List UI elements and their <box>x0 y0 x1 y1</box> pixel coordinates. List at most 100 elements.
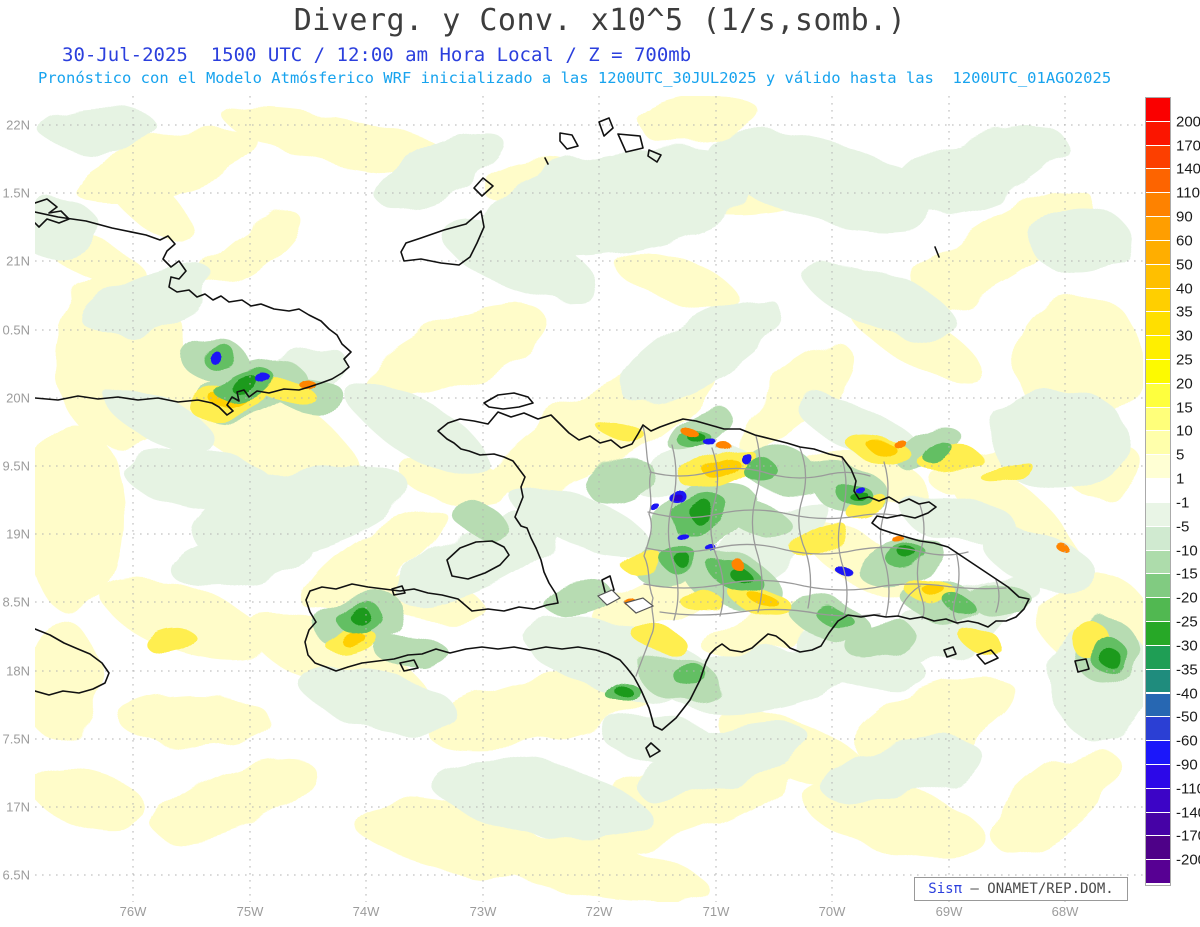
colorbar-tick-label: 35 <box>1176 303 1193 321</box>
colorbar-segment <box>1146 788 1170 813</box>
colorbar-segment <box>1146 598 1170 623</box>
map-svg <box>35 96 1143 902</box>
lat-tick-label: 8.5N <box>2 594 30 610</box>
colorbar-segment <box>1146 479 1170 503</box>
colorbar-tick-label: -10 <box>1176 542 1198 560</box>
colorbar-tick-label: -35 <box>1176 661 1198 679</box>
colorbar-tick-label: -60 <box>1176 732 1198 750</box>
lon-tick-label: 72W <box>585 904 613 919</box>
colorbar-segment <box>1146 812 1170 837</box>
coast-tortuga <box>483 392 534 410</box>
colorbar <box>1145 97 1171 886</box>
coast-caicos-2 <box>598 117 614 137</box>
colorbar-segment <box>1146 455 1170 480</box>
lat-tick-label: 7.5N <box>2 731 30 747</box>
colorbar-segment <box>1146 693 1170 718</box>
colorbar-segment <box>1146 217 1170 241</box>
colorbar-segment <box>1146 193 1170 218</box>
colorbar-tick-label: -110 <box>1176 780 1200 798</box>
colorbar-segment <box>1146 550 1170 575</box>
map-title: Diverg. y Conv. x10^5 (1/s,somb.) <box>293 3 907 38</box>
colorbar-tick-label: -1 <box>1176 494 1190 512</box>
coast-tiny-2 <box>934 246 940 258</box>
colorbar-labels: 200 170 140 110 90 60 50 40 35 30 25 20 15 10 5 1 -1 -5 -1… <box>1176 98 1200 888</box>
lat-tick-label: 6.5N <box>2 867 30 883</box>
colorbar-segment <box>1146 741 1170 765</box>
colorbar-tick-label: -200 <box>1176 851 1200 869</box>
colorbar-tick-label: -25 <box>1176 613 1198 631</box>
colorbar-segment <box>1146 574 1170 599</box>
colorbar-tick-label: 1 <box>1176 470 1185 488</box>
colorbar-tick-label: 110 <box>1176 184 1200 202</box>
colorbar-segment <box>1146 717 1170 742</box>
lon-tick-label: 74W <box>352 904 380 919</box>
lat-tick-label: 18N <box>6 663 30 679</box>
colorbar-tick-label: 200 <box>1176 113 1200 131</box>
valid-time-subtitle: 30-Jul-2025 1500 UTC / 12:00 am Hora Loc… <box>62 44 692 66</box>
colorbar-segment <box>1146 502 1170 527</box>
lon-tick-label: 71W <box>702 904 730 919</box>
colorbar-segment <box>1146 360 1170 384</box>
colorbar-tick-label: -90 <box>1176 756 1198 774</box>
latitude-axis: 22N 1.5N 21N 0.5N 20N 9.5N 19N 8.5N 18N 7.5N 17N 6.… <box>0 0 32 927</box>
model-init-subtitle: Pronóstico con el Modelo Atmósferico WRF… <box>38 69 1112 87</box>
lat-tick-label: 0.5N <box>2 322 30 338</box>
colorbar-segment <box>1146 336 1170 360</box>
colorbar-segment <box>1146 645 1170 670</box>
credit-text: – ONAMET/REP.DOM. <box>962 881 1114 897</box>
colorbar-tick-label: 140 <box>1176 160 1200 178</box>
lat-tick-label: 19N <box>6 526 30 542</box>
colorbar-segment <box>1146 764 1170 789</box>
colorbar-tick-label: -30 <box>1176 637 1198 655</box>
colorbar-segment <box>1146 312 1170 337</box>
lon-tick-label: 75W <box>236 904 264 919</box>
colorbar-segment <box>1146 145 1170 170</box>
colorbar-tick-label: 25 <box>1176 351 1193 369</box>
colorbar-tick-label: -20 <box>1176 589 1198 607</box>
lat-tick-label: 20N <box>6 390 30 406</box>
colorbar-tick-label: 20 <box>1176 375 1193 393</box>
colorbar-tick-label: 170 <box>1176 137 1200 155</box>
colorbar-segment <box>1146 431 1170 456</box>
colorbar-segment <box>1146 860 1170 885</box>
credit-box: Sisπ – ONAMET/REP.DOM. <box>914 877 1128 901</box>
map-canvas <box>35 96 1143 902</box>
colorbar-tick-label: 50 <box>1176 256 1193 274</box>
lat-tick-label: 22N <box>6 117 30 133</box>
lon-tick-label: 76W <box>119 904 147 919</box>
colorbar-tick-label: 15 <box>1176 399 1193 417</box>
longitude-axis: 76W 75W 74W 73W 72W 71W 70W 69W 68W <box>0 904 1200 924</box>
colorbar-tick-label: 30 <box>1176 327 1193 345</box>
colorbar-segment <box>1146 669 1170 694</box>
colorbar-tick-label: -170 <box>1176 827 1200 845</box>
colorbar-segment <box>1146 264 1170 289</box>
lon-tick-label: 69W <box>935 904 963 919</box>
shading-field <box>35 98 1143 902</box>
sispi-logo-text: Sisπ <box>928 881 962 897</box>
lat-tick-label: 1.5N <box>2 185 30 201</box>
lat-tick-label: 17N <box>6 799 30 815</box>
lon-tick-label: 68W <box>1051 904 1079 919</box>
colorbar-segment <box>1146 526 1170 551</box>
colorbar-segment <box>1146 121 1170 146</box>
colorbar-segment <box>1146 407 1170 432</box>
colorbar-segment <box>1146 383 1170 408</box>
colorbar-segment <box>1146 836 1170 861</box>
lon-tick-label: 70W <box>818 904 846 919</box>
lat-tick-label: 9.5N <box>2 458 30 474</box>
colorbar-tick-label: 60 <box>1176 232 1193 250</box>
wrf-forecast-map-page: { "header": { "title": "Diverg. y Conv. … <box>0 0 1200 927</box>
lon-tick-label: 73W <box>469 904 497 919</box>
colorbar-tick-label: -5 <box>1176 518 1190 536</box>
colorbar-tick-label: 10 <box>1176 422 1193 440</box>
colorbar-tick-label: 40 <box>1176 280 1193 298</box>
colorbar-segment <box>1146 98 1170 122</box>
colorbar-segment <box>1146 169 1170 194</box>
colorbar-tick-label: 90 <box>1176 208 1193 226</box>
colorbar-tick-label: -50 <box>1176 708 1198 726</box>
colorbar-segment <box>1146 240 1170 265</box>
colorbar-segment <box>1146 622 1170 646</box>
lat-tick-label: 21N <box>6 253 30 269</box>
coast-caicos-1 <box>559 132 579 150</box>
colorbar-segment <box>1146 288 1170 313</box>
